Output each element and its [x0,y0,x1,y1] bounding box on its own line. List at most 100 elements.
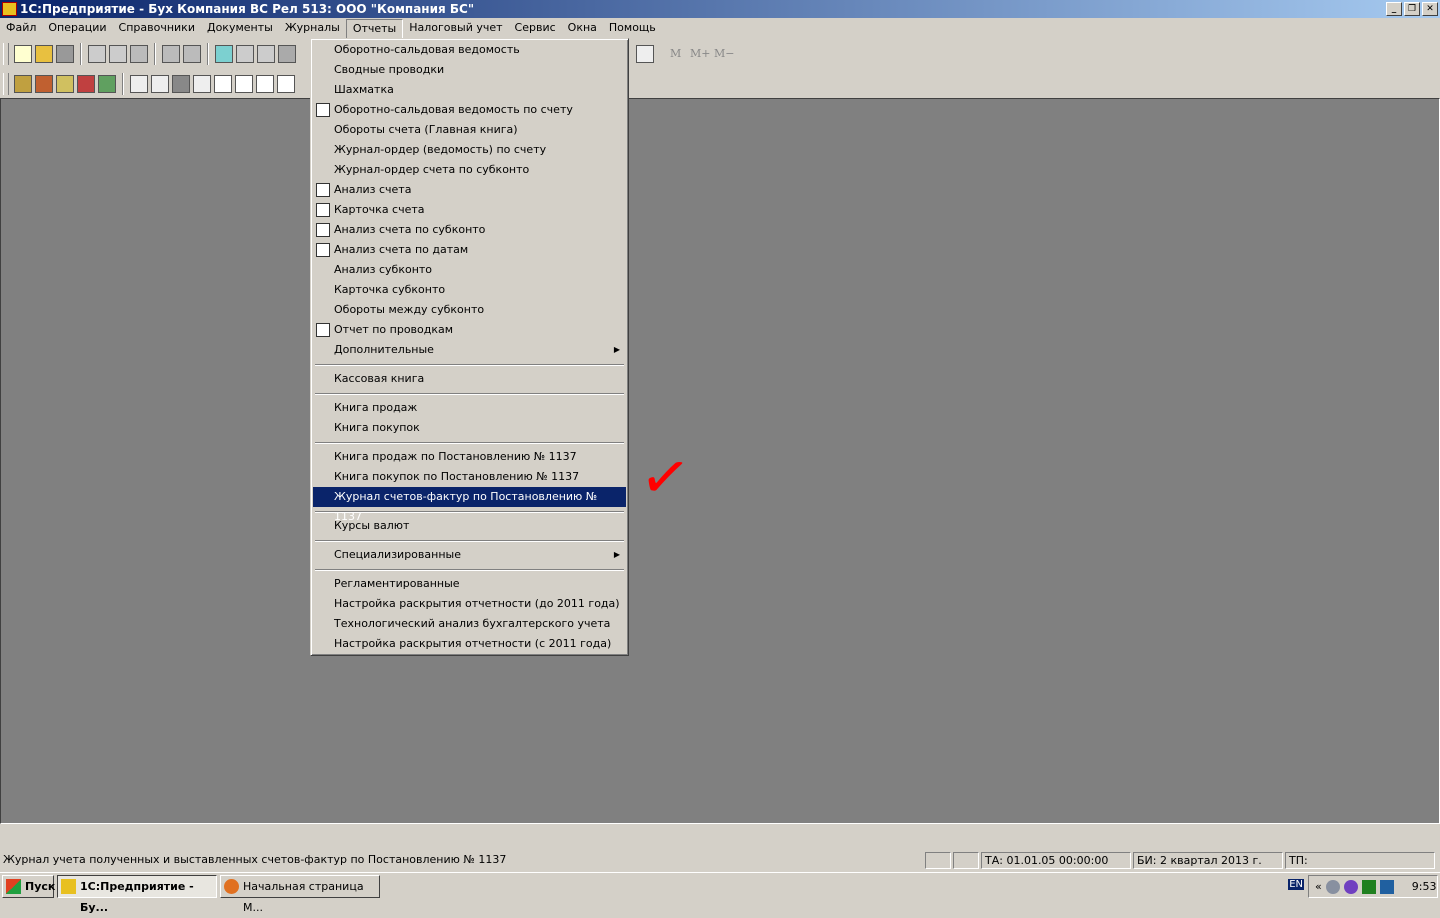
menu-item-label: Дополнительные [334,343,434,356]
menu-item[interactable]: Дополнительные ▶ [313,340,626,360]
menu-item[interactable]: Анализ счета по субконто [313,220,626,240]
memory-plus-button[interactable]: M+ [690,47,710,60]
menu-item[interactable]: Книга продаж по Постановлению № 1137 [313,447,626,467]
menu-item[interactable]: Настройка раскрытия отчетности (до 2011 … [313,594,626,614]
status-cell [925,852,951,869]
network-icon[interactable] [1379,879,1394,894]
menu-item[interactable]: Книга продаж [313,398,626,418]
menu-7[interactable]: Сервис [509,18,562,38]
new-icon[interactable] [14,45,32,63]
print-preview-icon[interactable] [183,45,201,63]
menu-item-label: Анализ счета по датам [334,243,469,256]
cut-icon[interactable] [88,45,106,63]
menu-5[interactable]: Отчеты [345,19,404,39]
menu-item-label: Кассовая книга [334,372,425,385]
menu-item[interactable]: Книга покупок по Постановлению № 1137 [313,467,626,487]
balance-sheet-icon[interactable] [130,75,148,93]
menu-item[interactable]: Настройка раскрытия отчетности (с 2011 г… [313,634,626,654]
operations-icon[interactable] [98,75,116,93]
paste-icon[interactable] [130,45,148,63]
menu-1[interactable]: Операции [42,18,112,38]
separator [154,43,156,65]
tray-expand-button[interactable]: « [1315,880,1322,893]
open-icon[interactable] [35,45,53,63]
memory-button[interactable]: M [670,47,681,60]
t-subconto-icon [316,223,330,237]
menu-3[interactable]: Документы [201,18,279,38]
menu-item[interactable]: Анализ счета по датам [313,240,626,260]
menu-item-label: Специализированные [334,548,461,561]
account-balance-icon[interactable] [193,75,211,93]
journal-icon[interactable] [56,75,74,93]
menu-2[interactable]: Справочники [113,18,201,38]
menu-item[interactable]: Обороты между субконто [313,300,626,320]
separator [122,73,124,95]
chart-of-accounts-icon[interactable] [14,75,32,93]
undo-icon[interactable] [236,45,254,63]
volume-icon[interactable] [1325,879,1340,894]
save-icon[interactable] [56,45,74,63]
filter-icon[interactable] [215,45,233,63]
menu-8[interactable]: Окна [562,18,603,38]
memory-minus-button[interactable]: M− [714,47,734,60]
menu-item[interactable]: Обороты счета (Главная книга) [313,120,626,140]
menu-item[interactable]: Отчет по проводкам [313,320,626,340]
menu-item[interactable]: Кассовая книга [313,369,626,389]
menu-item[interactable]: Курсы валют [313,516,626,536]
status-ta: ТА: 01.01.05 00:00:00 [981,852,1131,869]
app-logo-icon [61,879,76,894]
menu-item[interactable]: Шахматка [313,80,626,100]
t-card-icon[interactable] [235,75,253,93]
menu-item-label: Обороты между субконто [334,303,485,316]
books-icon[interactable] [35,75,53,93]
status-tp: ТП: [1285,852,1435,869]
t-subconto-icon[interactable] [256,75,274,93]
close-button[interactable]: ✕ [1422,2,1438,16]
menu-separator [313,536,626,545]
find-icon[interactable] [278,45,296,63]
redo-icon[interactable] [257,45,275,63]
start-button[interactable]: Пуск [2,875,55,898]
menu-4[interactable]: Журналы [279,18,346,38]
task-1c[interactable]: 1С:Предприятие - Бу... [57,875,217,914]
menu-item[interactable]: Карточка субконто [313,280,626,300]
menu-item[interactable]: Оборотно-сальдовая ведомость [313,40,626,60]
separator [80,43,82,65]
menu-item[interactable]: Оборотно-сальдовая ведомость по счету [313,100,626,120]
window-title: 1С:Предприятие - Бух Компания ВС Рел 513… [20,2,475,16]
menu-item-label: Отчет по проводкам [334,323,454,336]
menu-item[interactable]: Журнал счетов-фактур по Постановлению № … [313,487,626,523]
maximize-button[interactable]: ❐ [1404,2,1420,16]
menu-item[interactable]: Регламентированные [313,574,626,594]
task-browser[interactable]: Начальная страница M... [220,875,380,914]
menu-item[interactable]: Журнал-ордер счета по субконто [313,160,626,180]
antivirus-icon[interactable] [1361,879,1376,894]
book-icon[interactable] [636,45,654,63]
red-checkmark-annotation: ✓ [635,439,695,517]
minimize-button[interactable]: _ [1386,2,1402,16]
status-cell [953,852,979,869]
language-indicator[interactable]: EN [1288,879,1304,890]
menu-0[interactable]: Файл [0,18,42,38]
menu-item-label: Сводные проводки [334,63,445,76]
menu-item[interactable]: Журнал-ордер (ведомость) по счету [313,140,626,160]
print-icon[interactable] [162,45,180,63]
menu-item[interactable]: Специализированные ▶ [313,545,626,565]
submenu-arrow-icon: ▶ [613,550,620,559]
menu-item[interactable]: Технологический анализ бухгалтерского уч… [313,614,626,634]
t-dates-icon[interactable] [277,75,295,93]
menu-item[interactable]: Карточка счета [313,200,626,220]
copy-icon[interactable] [109,45,127,63]
documents-icon[interactable] [77,75,95,93]
chessboard-icon[interactable] [172,75,190,93]
t-account-icon[interactable] [214,75,232,93]
menu-6[interactable]: Налоговый учет [403,18,508,38]
app-tray-icon[interactable] [1343,879,1358,894]
summary-entries-icon[interactable] [151,75,169,93]
menu-item[interactable]: Сводные проводки [313,60,626,80]
menu-9[interactable]: Помощь [603,18,662,38]
menu-item-label: Регламентированные [334,577,460,590]
menu-item[interactable]: Анализ субконто [313,260,626,280]
menu-item[interactable]: Книга покупок [313,418,626,438]
menu-item[interactable]: Анализ счета [313,180,626,200]
